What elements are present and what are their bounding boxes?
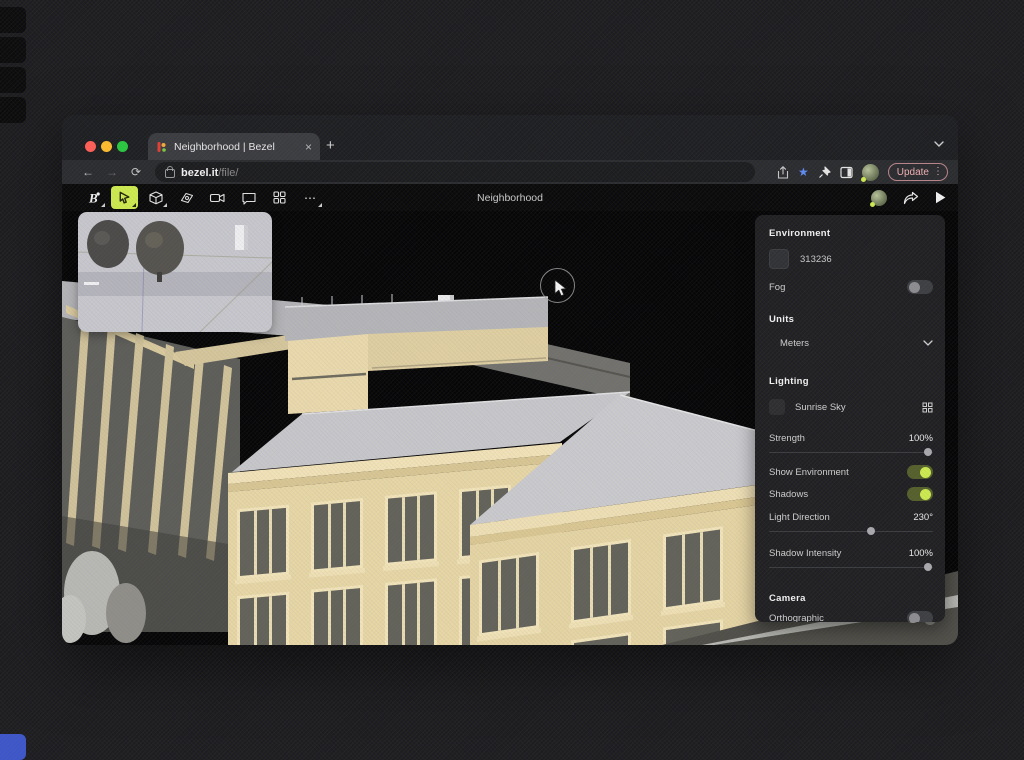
bezel-logo-menu-button[interactable]: B xyxy=(80,186,107,209)
share-icon[interactable] xyxy=(777,165,789,179)
pen-tool-button[interactable] xyxy=(173,186,200,209)
window-close-button[interactable] xyxy=(85,141,96,152)
svg-text:B: B xyxy=(88,190,98,205)
show-environment-label: Show Environment xyxy=(769,466,849,478)
tab-strip: Neighborhood | Bezel × + xyxy=(62,115,958,160)
dock-app-icon xyxy=(0,7,26,33)
window-minimize-button[interactable] xyxy=(101,141,112,152)
shadows-label: Shadows xyxy=(769,488,809,500)
back-button[interactable]: ← xyxy=(76,165,100,179)
app-toolbar: B ⋯ Neighborhood xyxy=(62,184,958,211)
sky-preset-thumbnail[interactable] xyxy=(769,399,785,415)
url-domain: bezel.it xyxy=(181,167,219,179)
units-select-value[interactable]: Meters xyxy=(780,338,809,349)
camera-preview-window[interactable] xyxy=(78,212,272,332)
shadows-toggle[interactable] xyxy=(907,487,933,501)
forward-button[interactable]: → xyxy=(100,165,124,179)
select-tool-button[interactable] xyxy=(111,186,138,209)
units-chevron-down-icon[interactable] xyxy=(923,340,933,346)
3d-viewport[interactable]: Environment 313236 Fog Units Meters Ligh… xyxy=(62,211,958,645)
layout-grid-tool-button[interactable] xyxy=(266,186,293,209)
comment-bubble-icon xyxy=(241,192,256,205)
environment-header: Environment xyxy=(769,227,831,239)
bookmark-star-icon[interactable]: ★ xyxy=(798,166,809,178)
browser-toolbar: ← → ⟳ bezel.it/file/ ★ Update ⋮ xyxy=(62,160,958,184)
share-arrow-icon[interactable] xyxy=(903,191,919,205)
ellipsis-icon: ⋯ xyxy=(304,190,317,205)
strength-slider[interactable] xyxy=(769,448,933,456)
units-header: Units xyxy=(769,313,795,325)
light-direction-value[interactable]: 230° xyxy=(913,512,933,523)
window-zoom-button[interactable] xyxy=(117,141,128,152)
app-toolbar-right xyxy=(870,184,946,211)
bezel-logo-icon: B xyxy=(88,190,100,205)
desktop: Neighborhood | Bezel × + ← → ⟳ bezel.it/… xyxy=(0,0,1024,760)
shadow-intensity-label: Shadow Intensity xyxy=(769,547,842,559)
reload-button[interactable]: ⟳ xyxy=(124,165,148,179)
shadow-intensity-slider[interactable] xyxy=(769,563,933,571)
update-label: Update xyxy=(896,166,929,178)
environment-color-swatch[interactable] xyxy=(769,249,789,269)
browser-menu-kebab-icon[interactable]: ⋮ xyxy=(933,167,943,177)
strength-value[interactable]: 100% xyxy=(909,433,933,444)
new-tab-button[interactable]: + xyxy=(326,137,335,154)
camera-tool-button[interactable] xyxy=(204,186,231,209)
strength-label: Strength xyxy=(769,432,805,444)
chrome-actions: ★ Update ⋮ xyxy=(777,160,958,184)
bezel-app: B ⋯ Neighborhood Environment 313236 Fog … xyxy=(62,184,958,645)
more-tools-button[interactable]: ⋯ xyxy=(297,186,324,209)
tab-title: Neighborhood | Bezel xyxy=(174,140,275,153)
camera-preview-render xyxy=(78,212,272,332)
cube-icon xyxy=(148,190,163,204)
extensions-pin-icon[interactable] xyxy=(818,165,831,179)
collaborator-avatar[interactable] xyxy=(870,189,887,207)
video-camera-icon xyxy=(209,193,225,202)
light-direction-slider[interactable] xyxy=(769,527,933,535)
update-button[interactable]: Update ⋮ xyxy=(887,163,948,181)
tab-close-icon[interactable]: × xyxy=(305,141,312,153)
fog-toggle[interactable] xyxy=(907,280,933,294)
insert-object-tool-button[interactable] xyxy=(142,186,169,209)
dock-app-icon-blue xyxy=(0,734,26,760)
lighting-header: Lighting xyxy=(769,375,809,387)
side-panel-icon[interactable] xyxy=(840,166,853,179)
comment-tool-button[interactable] xyxy=(235,186,262,209)
sky-preset-name[interactable]: Sunrise Sky xyxy=(795,402,922,413)
cursor-icon xyxy=(119,191,130,204)
orthographic-toggle[interactable] xyxy=(907,611,933,622)
mouse-cursor-icon xyxy=(554,279,567,297)
play-button-icon[interactable] xyxy=(935,191,946,204)
light-direction-label: Light Direction xyxy=(769,511,830,523)
dock-app-icon xyxy=(0,67,26,93)
fog-label: Fog xyxy=(769,281,786,293)
lock-icon xyxy=(165,166,175,178)
pen-icon xyxy=(180,192,193,203)
orthographic-label: Orthographic xyxy=(769,612,824,623)
environment-color-hex[interactable]: 313236 xyxy=(800,254,832,265)
camera-header: Camera xyxy=(769,592,806,604)
dock-app-icon xyxy=(0,97,26,123)
tool-group: B ⋯ xyxy=(62,186,324,209)
tab-search-chevron-icon[interactable] xyxy=(934,141,944,147)
preset-browser-grid-icon[interactable] xyxy=(922,402,933,413)
dock-app-icon xyxy=(0,37,26,63)
address-bar[interactable]: bezel.it/file/ xyxy=(155,162,755,182)
browser-window: Neighborhood | Bezel × + ← → ⟳ bezel.it/… xyxy=(62,115,958,645)
properties-panel: Environment 313236 Fog Units Meters Ligh… xyxy=(755,215,945,622)
browser-tab[interactable]: Neighborhood | Bezel × xyxy=(148,133,320,160)
grid-icon xyxy=(273,191,286,204)
tab-favicon xyxy=(157,141,166,152)
shadow-intensity-value[interactable]: 100% xyxy=(909,548,933,559)
url-path: /file/ xyxy=(218,167,239,179)
show-environment-toggle[interactable] xyxy=(907,465,933,479)
browser-profile-avatar[interactable] xyxy=(860,163,879,182)
